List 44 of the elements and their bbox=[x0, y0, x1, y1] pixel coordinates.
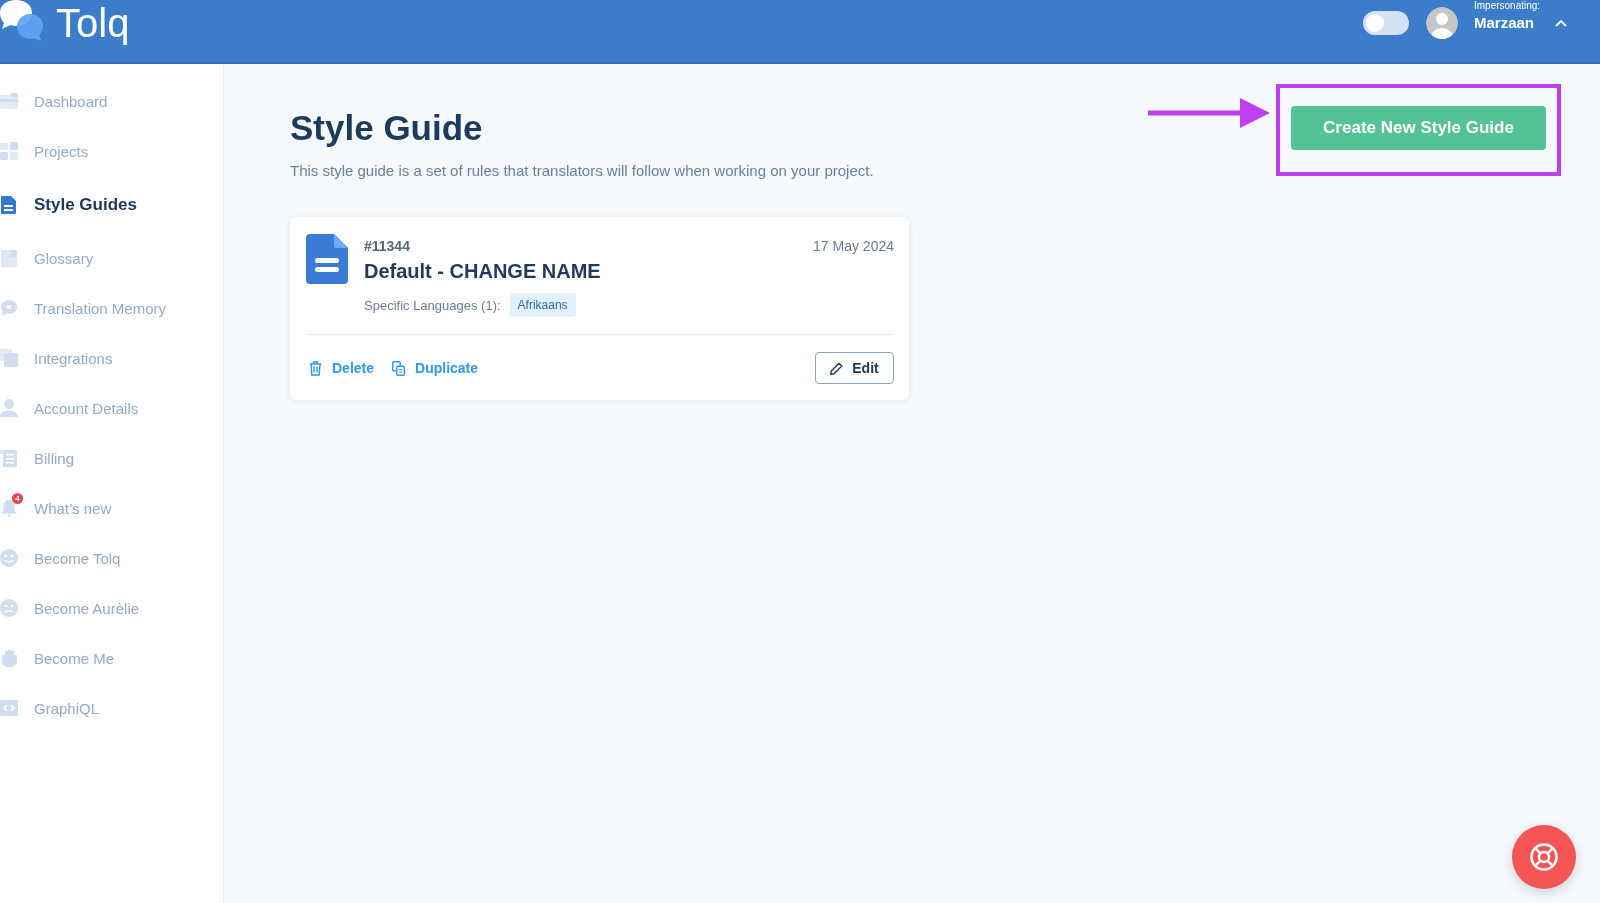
sidebar-item[interactable]: Account Details bbox=[0, 383, 223, 433]
sidebar-item[interactable]: Become Aurèlie bbox=[0, 583, 223, 633]
sidebar-item[interactable]: Glossary bbox=[0, 233, 223, 283]
style-guide-id: #11344 bbox=[364, 237, 411, 255]
user-icon bbox=[0, 399, 18, 417]
sidebar-item[interactable]: Style Guides bbox=[0, 176, 223, 233]
document-icon bbox=[306, 234, 348, 284]
user-name[interactable]: Marzaan bbox=[1473, 14, 1534, 32]
toggle-switch[interactable] bbox=[1362, 11, 1409, 35]
sidebar-item[interactable]: Become Me bbox=[0, 633, 223, 683]
avatar-icon bbox=[1425, 7, 1458, 39]
sidebar-item[interactable]: Translation Memory bbox=[0, 283, 223, 333]
sidebar-item[interactable]: Become Tolq bbox=[0, 533, 223, 583]
sidebar-item[interactable]: Billing bbox=[0, 433, 223, 483]
pencil-icon bbox=[830, 361, 844, 375]
duplicate-link[interactable]: Duplicate bbox=[389, 359, 479, 377]
style-guide-date: 17 May 2024 bbox=[813, 237, 894, 255]
page-description: This style guide is a set of rules that translators will follow when working on your project. bbox=[290, 161, 874, 181]
notification-badge: 4 bbox=[12, 493, 23, 504]
languages-label: Specific Languages (1): bbox=[364, 297, 501, 313]
impersonating-label: Impersonating: bbox=[1473, 0, 1542, 11]
style-guide-name: Default - CHANGE NAME bbox=[364, 259, 602, 284]
page-title: Style Guide bbox=[290, 107, 484, 149]
panel-icon bbox=[0, 92, 18, 110]
stacked-squares-icon bbox=[0, 349, 18, 367]
logo-text: Tolq bbox=[56, 0, 130, 46]
create-style-guide-button[interactable]: Create New Style Guide bbox=[1291, 106, 1546, 150]
delete-link[interactable]: Delete bbox=[306, 359, 375, 377]
lifebuoy-icon bbox=[1529, 842, 1559, 872]
logo-icon bbox=[0, 0, 44, 42]
hand-icon bbox=[0, 649, 18, 667]
sidebar-item[interactable]: GraphiQL bbox=[0, 683, 223, 733]
sidebar-item[interactable]: Integrations bbox=[0, 333, 223, 383]
sidebar-item[interactable]: 4 What’s new bbox=[0, 483, 223, 533]
copy-icon bbox=[392, 360, 406, 376]
chevron-up-icon[interactable] bbox=[1555, 19, 1567, 27]
sidebar-item[interactable]: Projects bbox=[0, 126, 223, 176]
edit-button[interactable]: Edit bbox=[815, 352, 894, 384]
trash-icon bbox=[309, 360, 322, 376]
sidebar-item[interactable]: Dashboard bbox=[0, 76, 223, 126]
grid-icon bbox=[0, 142, 18, 160]
bell-icon bbox=[0, 499, 18, 517]
note-icon bbox=[0, 249, 18, 267]
language-tag: Afrikaans bbox=[509, 293, 576, 317]
